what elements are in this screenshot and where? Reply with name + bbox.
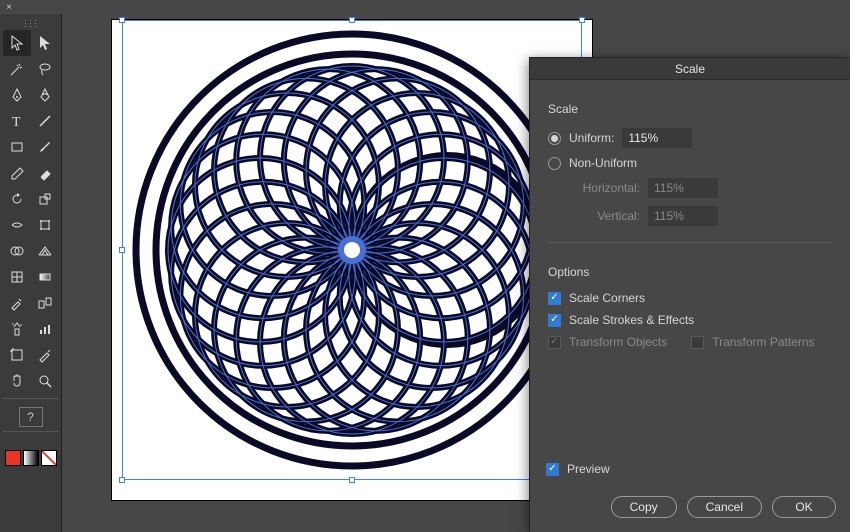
selection-bounds[interactable]: [122, 20, 582, 480]
blend-tool[interactable]: [31, 290, 59, 316]
lasso-tool[interactable]: [31, 56, 59, 82]
resize-handle-nw[interactable]: [119, 17, 125, 23]
ok-button[interactable]: OK: [772, 496, 836, 518]
preview-checkbox[interactable]: [546, 463, 559, 476]
scale-corners-row[interactable]: Scale Corners: [548, 291, 832, 305]
scale-strokes-row[interactable]: Scale Strokes & Effects: [548, 313, 832, 327]
nonuniform-row[interactable]: Non-Uniform: [548, 156, 832, 170]
hand-tool[interactable]: [3, 368, 31, 394]
magic-wand-tool[interactable]: [3, 56, 31, 82]
vertical-label: Vertical:: [566, 209, 640, 223]
slice-tool[interactable]: [31, 342, 59, 368]
uniform-input[interactable]: 115%: [622, 128, 692, 148]
preview-row[interactable]: Preview: [546, 462, 610, 476]
eraser-tool[interactable]: [31, 160, 59, 186]
uniform-label: Uniform:: [569, 131, 614, 145]
resize-handle-w[interactable]: [119, 247, 125, 253]
scale-corners-label: Scale Corners: [569, 291, 645, 305]
free-transform-tool[interactable]: [31, 212, 59, 238]
horizontal-input[interactable]: 115%: [648, 178, 718, 198]
divider: [548, 242, 832, 243]
type-tool[interactable]: T: [3, 108, 31, 134]
rectangle-tool[interactable]: [3, 134, 31, 160]
pen-tool[interactable]: [3, 82, 31, 108]
eyedropper-tool[interactable]: [3, 290, 31, 316]
horizontal-label: Horizontal:: [566, 181, 640, 195]
cancel-button[interactable]: Cancel: [687, 496, 762, 518]
perspective-grid-tool[interactable]: [31, 238, 59, 264]
artboard[interactable]: [112, 20, 592, 500]
scale-dialog: Scale Scale Uniform: 115% Non-Uniform Ho…: [530, 58, 850, 532]
column-graph-tool[interactable]: [31, 316, 59, 342]
width-tool[interactable]: [3, 212, 31, 238]
help-button[interactable]: ?: [19, 407, 43, 427]
mesh-tool[interactable]: [3, 264, 31, 290]
zoom-tool[interactable]: [31, 368, 59, 394]
close-panel-icon[interactable]: ×: [0, 0, 18, 14]
transform-patterns-checkbox: [691, 336, 704, 349]
transform-patterns-label: Transform Patterns: [712, 335, 814, 349]
resize-handle-s[interactable]: [349, 477, 355, 483]
resize-handle-n[interactable]: [349, 17, 355, 23]
dialog-title: Scale: [530, 58, 850, 80]
paintbrush-tool[interactable]: [31, 134, 59, 160]
tools-panel: T ?: [0, 14, 62, 532]
transform-objects-label: Transform Objects: [569, 335, 667, 349]
vertical-input[interactable]: 115%: [648, 206, 718, 226]
uniform-row[interactable]: Uniform: 115%: [548, 128, 832, 148]
copy-button[interactable]: Copy: [611, 496, 677, 518]
gradient-swatch[interactable]: [23, 450, 39, 466]
line-segment-tool[interactable]: [31, 108, 59, 134]
scale-strokes-label: Scale Strokes & Effects: [569, 313, 694, 327]
svg-text:T: T: [12, 115, 21, 129]
options-section-label: Options: [548, 265, 832, 279]
nonuniform-radio[interactable]: [548, 157, 561, 170]
scale-corners-checkbox[interactable]: [548, 292, 561, 305]
scale-tool[interactable]: [31, 186, 59, 212]
fill-swatch[interactable]: [5, 450, 21, 466]
artboard-tool[interactable]: [3, 342, 31, 368]
scale-strokes-checkbox[interactable]: [548, 314, 561, 327]
shaper-tool[interactable]: [3, 160, 31, 186]
preview-label: Preview: [567, 462, 610, 476]
color-swatches[interactable]: [3, 442, 59, 466]
direct-selection-tool[interactable]: [31, 30, 59, 56]
resize-handle-sw[interactable]: [119, 477, 125, 483]
resize-handle-ne[interactable]: [579, 17, 585, 23]
selection-tool[interactable]: [3, 30, 31, 56]
uniform-radio[interactable]: [548, 132, 561, 145]
scale-section-label: Scale: [548, 102, 832, 116]
transform-objects-checkbox: [548, 336, 561, 349]
symbol-sprayer-tool[interactable]: [3, 316, 31, 342]
gradient-tool[interactable]: [31, 264, 59, 290]
curvature-tool[interactable]: [31, 82, 59, 108]
panel-grip-icon[interactable]: [10, 20, 52, 26]
nonuniform-label: Non-Uniform: [569, 156, 637, 170]
none-swatch[interactable]: [41, 450, 57, 466]
shape-builder-tool[interactable]: [3, 238, 31, 264]
rotate-tool[interactable]: [3, 186, 31, 212]
